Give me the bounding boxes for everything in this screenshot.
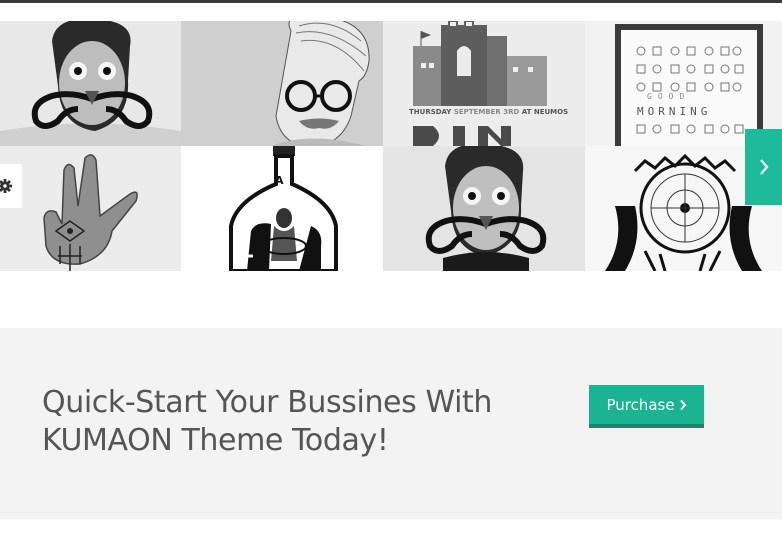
top-border (0, 0, 782, 3)
portfolio-gallery: THURSDAY SEPTEMBER 3RD AT NEUMOS GOOD MO… (0, 21, 782, 271)
purchase-button-label: Purchase (606, 395, 675, 414)
gallery-tile-bottle[interactable]: A (181, 146, 383, 271)
purchase-button[interactable]: Purchase (589, 385, 704, 428)
gallery-tile-mustache-man[interactable] (0, 21, 181, 146)
gallery-tile-castle-poster[interactable]: THURSDAY SEPTEMBER 3RD AT NEUMOS (383, 21, 585, 146)
gallery-tile-mustache-man-2[interactable] (383, 146, 585, 271)
settings-toggle[interactable] (0, 164, 22, 208)
cta-heading: Quick-Start Your Bussines With KUMAON Th… (42, 385, 492, 458)
gallery-tile-elias-canetti[interactable] (181, 21, 383, 146)
chevron-right-icon (679, 399, 686, 410)
gallery-next-button[interactable] (745, 129, 782, 205)
bottle-label: A (275, 174, 284, 187)
poster-text: THURSDAY SEPTEMBER 3RD AT NEUMOS (409, 108, 579, 116)
gear-icon (0, 179, 12, 193)
poster-day: THURSDAY (409, 108, 452, 116)
poster-word-morning: MORNING (637, 105, 712, 118)
poster-date: SEPTEMBER 3RD (453, 108, 520, 116)
poster-venue: AT NEUMOS (521, 108, 569, 116)
chevron-right-icon (759, 159, 768, 175)
gallery-tile-morning-poster[interactable]: GOOD MORNING (585, 21, 782, 146)
gallery-tile-hand-sign[interactable] (0, 146, 181, 271)
poster-word-good: GOOD (647, 92, 691, 101)
call-to-action: Quick-Start Your Bussines With KUMAON Th… (0, 328, 782, 519)
